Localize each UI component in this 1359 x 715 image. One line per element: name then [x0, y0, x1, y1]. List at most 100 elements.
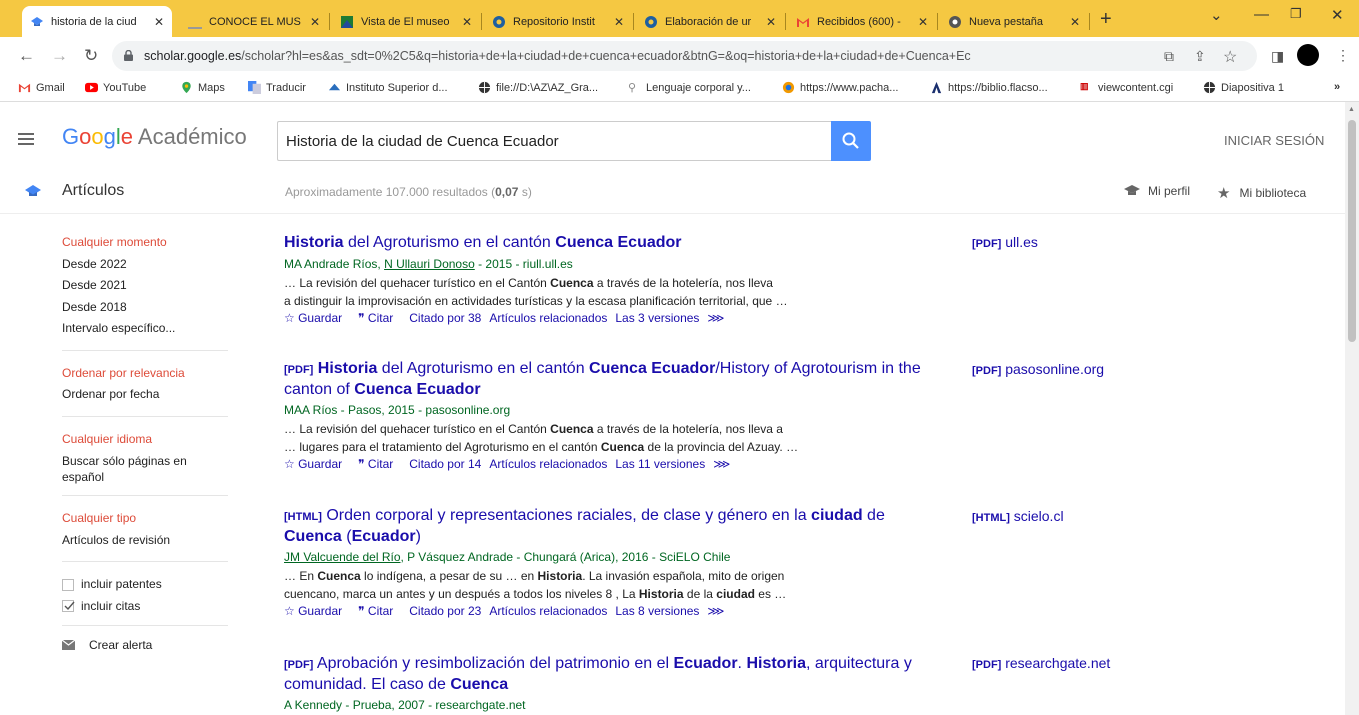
close-icon[interactable]: ✕ [918, 15, 928, 29]
related-articles-link[interactable]: Artículos relacionados [489, 457, 607, 471]
result-fulltext-link[interactable]: [PDF] pasosonline.org [972, 361, 1104, 377]
avatar[interactable] [1297, 44, 1319, 66]
create-alert-link[interactable]: Crear alerta [62, 638, 228, 652]
close-icon[interactable]: ✕ [462, 15, 472, 29]
filter-custom-range[interactable]: Intervalo específico... [62, 318, 228, 340]
tab-nueva[interactable]: Nueva pestaña ✕ [940, 6, 1088, 37]
include-citations-checkbox[interactable]: incluir citas [62, 596, 228, 618]
sort-date[interactable]: Ordenar por fecha [62, 384, 228, 406]
tab-repositorio[interactable]: Repositorio Instit ✕ [484, 6, 632, 37]
close-window-button[interactable]: ✕ [1331, 6, 1344, 24]
my-profile-link[interactable]: Mi perfil [1124, 184, 1190, 198]
tab-elaboracion[interactable]: Elaboración de ur ✕ [636, 6, 784, 37]
signin-button[interactable]: INICIAR SESIÓN [1224, 133, 1324, 148]
bookmark-viewcontent[interactable]: ▥ viewcontent.cgi [1080, 81, 1173, 94]
back-icon[interactable]: ← [18, 46, 35, 66]
side-panel-icon[interactable]: ◨ [1271, 48, 1284, 65]
save-button[interactable]: ☆ Guardar [284, 457, 350, 471]
restore-button[interactable]: ❐ [1290, 6, 1302, 22]
versions-link[interactable]: Las 8 versiones [615, 604, 699, 618]
scroll-up-icon[interactable]: ▲ [1348, 106, 1355, 113]
bookmark-maps[interactable]: Maps [180, 81, 225, 94]
result-fulltext-link[interactable]: [PDF] ull.es [972, 234, 1038, 250]
filter-spanish-only[interactable]: Buscar sólo páginas en español [62, 450, 228, 485]
result-title[interactable]: [PDF] Historia del Agroturismo en el can… [284, 359, 924, 400]
scholar-logo[interactable]: Google Académico [62, 124, 247, 150]
versions-link[interactable]: Las 3 versiones [615, 311, 699, 325]
menu-icon[interactable]: ⋮ [1336, 47, 1350, 64]
filter-review-articles[interactable]: Artículos de revisión [62, 530, 228, 552]
share-icon[interactable]: ⇪ [1194, 48, 1206, 65]
results-subheader: Artículos Aproximadamente 107.000 result… [0, 168, 1345, 214]
scrollbar-thumb[interactable] [1348, 120, 1356, 342]
minimize-button[interactable]: — [1254, 6, 1269, 23]
filter-since-2018[interactable]: Desde 2018 [62, 297, 228, 319]
result-title[interactable]: [HTML] Orden corporal y representaciones… [284, 506, 924, 547]
close-icon[interactable]: ✕ [1070, 15, 1080, 29]
cite-button[interactable]: ❞ Citar [358, 311, 401, 325]
related-articles-link[interactable]: Artículos relacionados [489, 311, 607, 325]
forward-icon[interactable]: → [51, 46, 68, 66]
result-fulltext-link[interactable]: [PDF] researchgate.net [972, 655, 1110, 671]
cited-by-link[interactable]: Citado por 14 [409, 457, 481, 471]
cited-by-link[interactable]: Citado por 38 [409, 311, 481, 325]
tab-scholar[interactable]: historia de la ciud ✕ [22, 6, 172, 37]
bookmark-diapositiva[interactable]: Diapositiva 1 [1203, 81, 1284, 94]
cite-button[interactable]: ❞ Citar [358, 604, 401, 618]
search-input[interactable] [277, 121, 832, 161]
tab-gmail[interactable]: Recibidos (600) - ✕ [788, 6, 936, 37]
close-icon[interactable]: ✕ [154, 15, 164, 29]
more-icon[interactable]: ⋙ [713, 457, 730, 471]
chrome-icon [949, 15, 961, 28]
bookmark-flacso[interactable]: https://biblio.flacso... [930, 81, 1048, 94]
site-icon [782, 81, 795, 94]
tab-conoce[interactable]: CONOCE EL MUS ✕ [180, 6, 328, 37]
cite-button[interactable]: ❞ Citar [358, 457, 401, 471]
bookmark-star-icon[interactable]: ☆ [1223, 47, 1237, 67]
search-icon [842, 132, 859, 149]
bookmark-traducir[interactable]: Traducir [248, 81, 306, 94]
close-icon[interactable]: ✕ [766, 15, 776, 29]
new-tab-button[interactable]: + [1100, 8, 1112, 31]
sort-relevance[interactable]: Ordenar por relevancia [62, 363, 228, 385]
result-fulltext-link[interactable]: [HTML] scielo.cl [972, 508, 1064, 524]
page-scrollbar[interactable]: ▲ [1345, 102, 1359, 715]
bookmark-instituto[interactable]: Instituto Superior d... [328, 81, 448, 94]
more-icon[interactable]: ⋙ [707, 311, 724, 325]
search-button[interactable] [831, 121, 871, 161]
tab-vista-museo[interactable]: Vista de El museo ✕ [332, 6, 480, 37]
filter-any-time[interactable]: Cualquier momento [62, 232, 228, 254]
save-button[interactable]: ☆ Guardar [284, 604, 350, 618]
related-articles-link[interactable]: Artículos relacionados [489, 604, 607, 618]
bookmark-gmail[interactable]: Gmail [18, 81, 65, 94]
close-icon[interactable]: ✕ [614, 15, 624, 29]
bookmark-youtube[interactable]: YouTube [85, 81, 146, 94]
result-title[interactable]: [PDF] Aprobación y resimbolización del p… [284, 654, 924, 695]
filter-since-2021[interactable]: Desde 2021 [62, 275, 228, 297]
my-library-link[interactable]: ★ Mi biblioteca [1217, 184, 1306, 202]
tab-search-icon[interactable]: ⌄ [1210, 6, 1223, 24]
result-authors: JM Valcuende del Río, P Vásquez Andrade … [284, 550, 731, 564]
filter-since-2022[interactable]: Desde 2022 [62, 254, 228, 276]
bookmark-file[interactable]: file://D:\AZ\AZ_Gra... [478, 81, 598, 94]
result-snippet: … En Cuenca lo indígena, a pesar de su …… [284, 569, 787, 601]
bookmark-pacha[interactable]: https://www.pacha... [782, 81, 898, 94]
filter-any-type[interactable]: Cualquier tipo [62, 508, 228, 530]
hamburger-menu-icon[interactable] [18, 133, 34, 145]
address-bar[interactable]: scholar.google.es/scholar?hl=es&as_sdt=0… [112, 41, 1257, 71]
reload-icon[interactable]: ↻ [84, 46, 98, 66]
more-bookmarks-icon[interactable]: » [1334, 81, 1340, 93]
more-icon[interactable]: ⋙ [707, 604, 724, 618]
translate-page-icon[interactable]: ⧉ [1164, 48, 1174, 65]
gmail-icon [18, 83, 31, 93]
filter-any-language[interactable]: Cualquier idioma [62, 429, 228, 451]
include-patents-checkbox[interactable]: incluir patentes [62, 574, 228, 596]
lock-icon [124, 50, 133, 61]
versions-link[interactable]: Las 11 versiones [615, 457, 705, 471]
result-title[interactable]: Historia del Agroturismo en el cantón Cu… [284, 233, 924, 254]
save-button[interactable]: ☆ Guardar [284, 311, 350, 325]
close-icon[interactable]: ✕ [310, 15, 320, 29]
cited-by-link[interactable]: Citado por 23 [409, 604, 481, 618]
result-authors: MA Andrade Ríos, N Ullauri Donoso - 2015… [284, 257, 573, 271]
bookmark-lenguaje[interactable]: ⚲ Lenguaje corporal y... [628, 81, 751, 95]
